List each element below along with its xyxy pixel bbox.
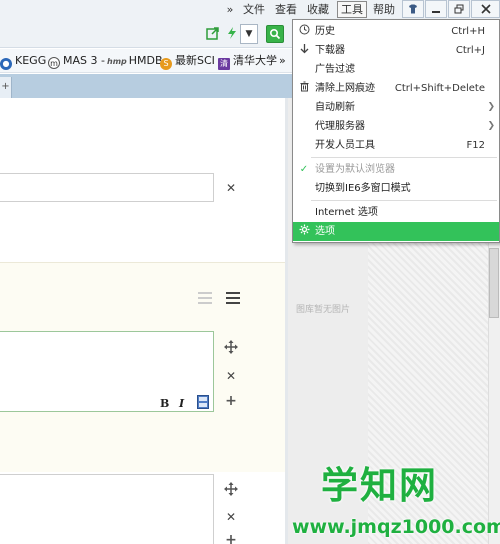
- minimize-icon[interactable]: [425, 0, 447, 18]
- menu-item-dev-tools[interactable]: 开发人员工具 F12: [293, 136, 499, 155]
- share-icon[interactable]: [205, 26, 221, 42]
- image-insert-icon[interactable]: [195, 395, 211, 413]
- menu-item-proxy-server[interactable]: 代理服务器 ❯: [293, 117, 499, 136]
- move-icon[interactable]: [223, 482, 239, 500]
- menu-item-downloader[interactable]: 下载器 Ctrl+J: [293, 41, 499, 60]
- close-icon[interactable]: ✕: [224, 369, 238, 383]
- clock-icon: [298, 22, 310, 41]
- menu-item-set-default-browser: ✓ 设置为默认浏览器: [293, 160, 499, 179]
- watermark-url: www.jmqz1000.com: [292, 516, 500, 538]
- checkmark-icon: ✓: [299, 164, 309, 175]
- menu-separator: [311, 157, 497, 158]
- bookmark-tsinghua[interactable]: 清清华大学: [218, 54, 277, 70]
- bookmark-hmdb[interactable]: hmp HMDB: [107, 54, 163, 68]
- menu-item-internet-options[interactable]: Internet 选项: [293, 203, 499, 222]
- scrollbar-thumb[interactable]: [489, 248, 499, 318]
- menu-item-auto-refresh[interactable]: 自动刷新 ❯: [293, 98, 499, 117]
- menu-bar: » 文件 查看 收藏 工具 帮助: [0, 0, 500, 20]
- menu-item-ie6-mode[interactable]: 切换到IE6多窗口模式: [293, 179, 499, 198]
- close-icon[interactable]: ✕: [224, 181, 238, 195]
- menu-help[interactable]: 帮助: [372, 1, 396, 18]
- trash-icon: [298, 79, 310, 98]
- close-icon[interactable]: ✕: [224, 510, 238, 524]
- numbered-list-icon[interactable]: [198, 292, 212, 304]
- chevron-down-icon[interactable]: ▼: [240, 24, 258, 44]
- tools-menu: 历史 Ctrl+H 下载器 Ctrl+J 广告过滤 清除上网痕迹 Ctrl+Sh…: [292, 19, 500, 243]
- bookmark-label: MAS 3 -: [63, 54, 105, 67]
- bookmark-mas3[interactable]: m MAS 3 -: [48, 54, 105, 69]
- bookmark-label: KEGG: [15, 54, 47, 67]
- close-window-icon[interactable]: [471, 0, 500, 18]
- accelerate-icon[interactable]: [224, 26, 240, 42]
- plus-icon[interactable]: +: [223, 393, 239, 409]
- no-image-text: 图库暂无图片: [296, 305, 351, 315]
- tsinghua-icon: 清: [218, 58, 230, 70]
- hmp-logo: hmp: [107, 57, 127, 66]
- m-icon: m: [48, 57, 60, 69]
- chevron-right-icon: ❯: [487, 102, 495, 112]
- bookmark-label: 最新SCI: [175, 54, 215, 67]
- sci-icon: S: [160, 58, 172, 70]
- bookmark-label: HMDB: [128, 54, 163, 67]
- restore-icon[interactable]: [448, 0, 470, 18]
- menu-favorites[interactable]: 收藏: [306, 1, 330, 18]
- new-tab-icon[interactable]: +: [0, 77, 12, 98]
- menu-item-history[interactable]: 历史 Ctrl+H: [293, 22, 499, 41]
- skin-icon[interactable]: [402, 0, 424, 18]
- menu-item-ad-filter[interactable]: 广告过滤: [293, 60, 499, 79]
- menu-item-clear-traces[interactable]: 清除上网痕迹 Ctrl+Shift+Delete: [293, 79, 499, 98]
- watermark-title: 学知网: [321, 464, 438, 507]
- globe-icon: ●: [0, 58, 12, 70]
- bookmark-label: 清华大学: [233, 54, 277, 67]
- bookmark-sci[interactable]: S 最新SCI: [160, 54, 215, 70]
- menu-tools[interactable]: 工具: [337, 1, 367, 18]
- menu-item-options[interactable]: 选项: [293, 222, 499, 241]
- download-icon: [298, 41, 310, 60]
- title-input[interactable]: [0, 173, 214, 202]
- menu-view[interactable]: 查看: [274, 1, 298, 18]
- move-icon[interactable]: [223, 340, 239, 358]
- italic-button[interactable]: I: [179, 397, 184, 410]
- bookmarks-more-chevron[interactable]: »: [279, 54, 286, 68]
- bold-button[interactable]: B: [160, 397, 169, 410]
- menu-separator: [311, 200, 497, 201]
- step-editor[interactable]: [0, 474, 214, 544]
- search-engine-icon[interactable]: [266, 25, 284, 43]
- plus-icon[interactable]: +: [223, 532, 239, 544]
- bullet-list-icon[interactable]: [226, 292, 240, 304]
- menu-overflow-chevron[interactable]: »: [224, 1, 236, 18]
- gear-icon: [298, 222, 310, 241]
- chevron-right-icon: ❯: [487, 121, 495, 131]
- menu-file[interactable]: 文件: [242, 1, 266, 18]
- bookmark-kegg[interactable]: ● KEGG: [0, 54, 47, 70]
